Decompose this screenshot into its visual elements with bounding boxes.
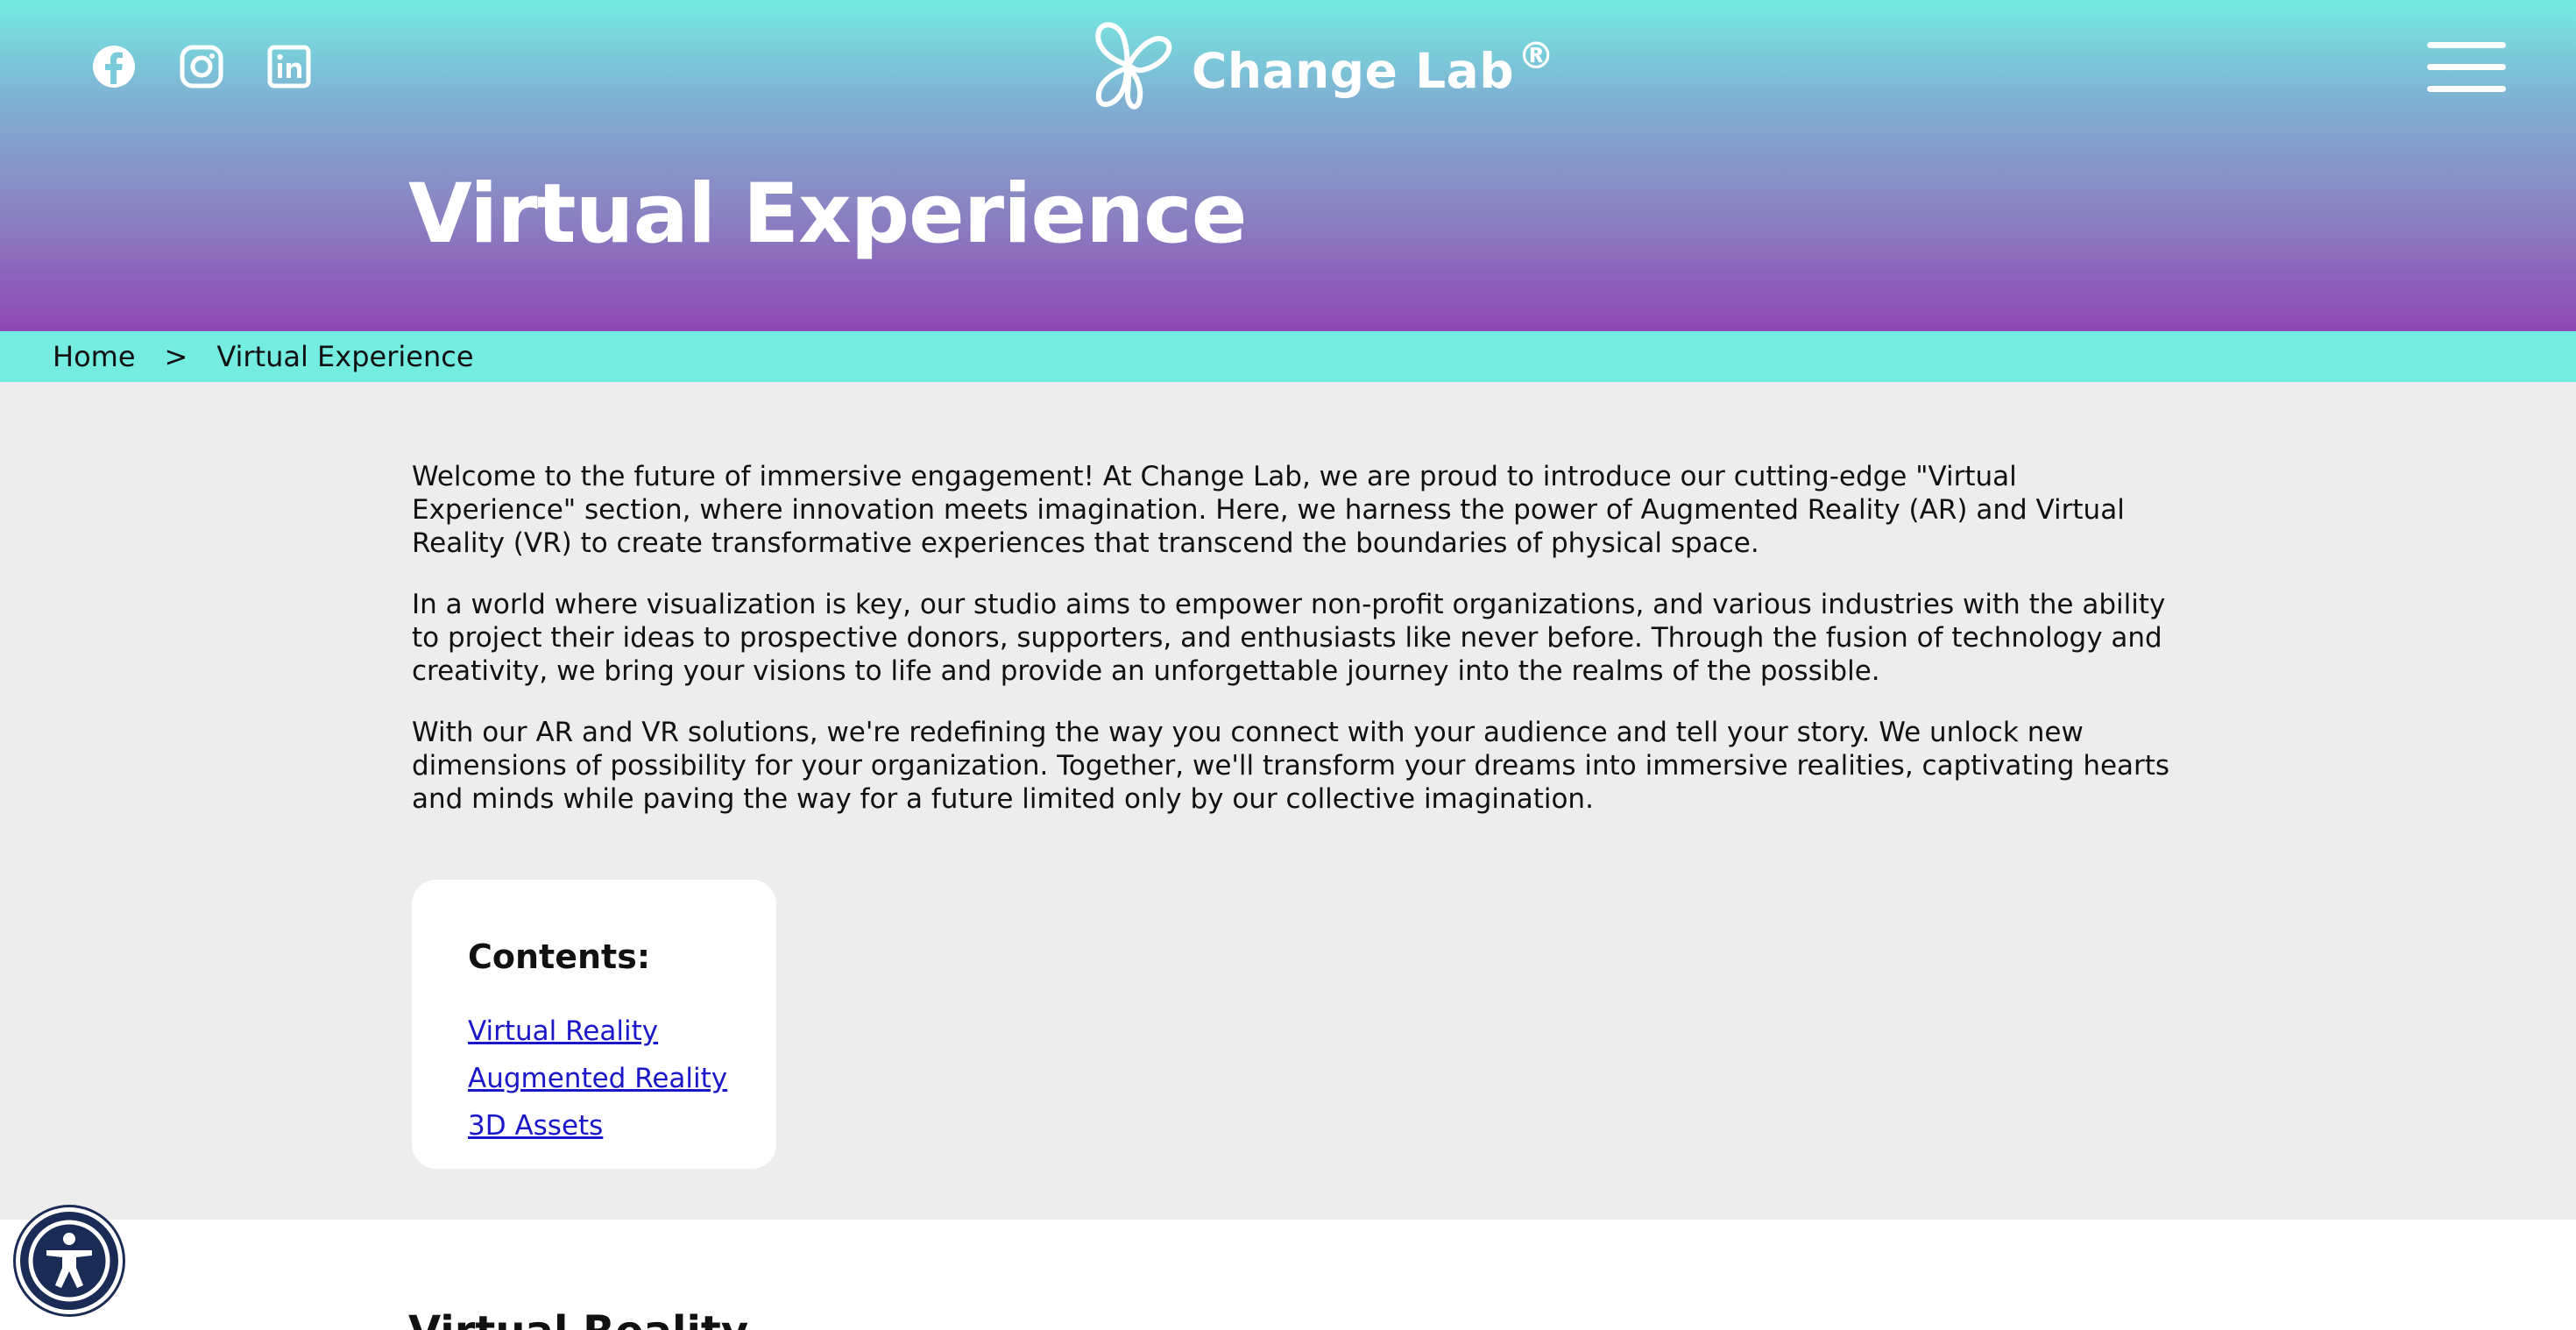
page-title: Virtual Experience [408, 166, 1248, 262]
hamburger-menu-icon[interactable] [2427, 39, 2506, 95]
toc-link-augmented-reality[interactable]: Augmented Reality [468, 1055, 776, 1102]
butterfly-logo-icon [1079, 14, 1178, 119]
breadcrumb-home-link[interactable]: Home [53, 340, 136, 373]
brand-name: Change Lab® [1192, 34, 1555, 99]
facebook-link[interactable] [88, 40, 140, 93]
contents-title: Contents: [468, 937, 651, 976]
accessibility-button[interactable] [16, 1207, 123, 1314]
contents-card: Contents: Virtual Reality Augmented Real… [412, 880, 776, 1169]
site-header: Change Lab® Virtual Experience [0, 0, 2576, 331]
facebook-icon [93, 46, 135, 88]
brand-logo-link[interactable]: Change Lab® [1079, 14, 1555, 119]
breadcrumb: Home > Virtual Experience [0, 331, 2576, 382]
linkedin-link[interactable] [263, 40, 315, 93]
virtual-reality-section: Virtual Reality [0, 1220, 2576, 1330]
linkedin-icon [267, 45, 311, 88]
toc-link-3d-assets[interactable]: 3D Assets [468, 1102, 776, 1150]
section-heading: Virtual Reality [408, 1307, 748, 1330]
intro-paragraph: Welcome to the future of immersive engag… [412, 461, 2125, 559]
social-links [88, 40, 315, 93]
intro-text: Welcome to the future of immersive engag… [412, 460, 2173, 844]
accessibility-icon [28, 1220, 110, 1302]
breadcrumb-separator: > [164, 340, 188, 373]
intro-paragraph: With our AR and VR solutions, we're rede… [412, 717, 2170, 815]
breadcrumb-current: Virtual Experience [216, 340, 474, 373]
instagram-icon [180, 45, 223, 88]
instagram-link[interactable] [175, 40, 228, 93]
intro-paragraph: In a world where visualization is key, o… [412, 589, 2166, 687]
toc-link-virtual-reality[interactable]: Virtual Reality [468, 1008, 776, 1055]
